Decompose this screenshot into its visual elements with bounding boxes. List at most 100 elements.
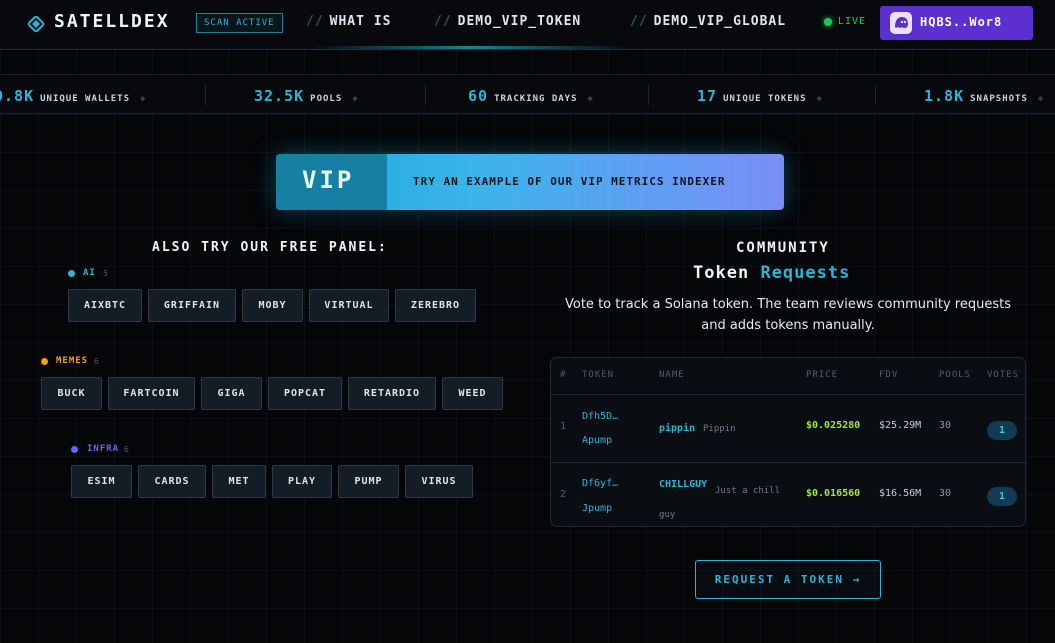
token-chip-griffain[interactable]: GRIFFAIN [148,289,236,322]
phantom-wallet-icon [890,12,912,34]
nav-label: DEMO_VIP_TOKEN [457,14,582,29]
stat-value: 17 [697,87,718,105]
token-address[interactable]: Df6yf… [582,478,618,489]
token-chip-pump[interactable]: PUMP [338,465,399,498]
diamond-logo-icon [28,16,44,32]
token-chip-virtual[interactable]: VIRTUAL [309,289,389,322]
category-count: 5 [103,269,108,278]
live-dot-icon [824,18,832,26]
vip-badge-panel: VIP [276,154,387,210]
token-pools: 30 [939,420,952,431]
live-indicator: LIVE [838,16,867,27]
nav-prefix: // [434,14,452,29]
row-index: 1 [560,421,567,432]
token-chip-aixbtc[interactable]: AIXBTC [68,289,142,322]
nav-prefix: // [630,14,648,29]
stat-label: UNIQUE TOKENS [723,94,807,104]
token-address[interactable]: Dfh5D… [582,411,618,422]
token-address-suffix: Apump [582,435,613,446]
stat-tracking-days: 60 TRACKING DAYS ◆ [468,86,593,105]
col-header-index: # [560,370,567,380]
category-label-infra: INFRA [87,444,120,454]
token-chip-buck[interactable]: BUCK [41,377,102,410]
nav-label: DEMO_VIP_GLOBAL [653,14,787,29]
header-divider [551,394,1025,395]
stat-divider [875,85,876,105]
vip-badge: VIP [302,166,355,194]
diamond-separator-icon: ◆ [816,94,822,104]
wallet-address: HQBS..Wor8 [920,15,1003,29]
row-divider [551,462,1025,463]
col-header-pools: POOLS [939,370,972,380]
stat-divider [648,85,649,105]
token-pools: 30 [939,488,952,499]
category-label-ai: AI [83,268,96,278]
token-chip-popcat[interactable]: POPCAT [268,377,342,410]
col-header-votes: VOTES [987,370,1020,380]
stat-snapshots: 1.8K SNAPSHOTS ◆ [924,86,1043,105]
community-description: Vote to track a Solana token. The team r… [565,297,1011,333]
token-chip-zerebro[interactable]: ZEREBRO [395,289,476,322]
token-fdv: $16.56M [879,488,922,499]
nav-active-glow [310,46,630,49]
nav-demo-vip-global[interactable]: // DEMO_VIP_GLOBAL [630,14,786,29]
stat-label: UNIQUE WALLETS [40,94,130,104]
token-price: $0.016560 [806,488,861,499]
token-chip-weed[interactable]: WEED [442,377,503,410]
stat-unique-wallets: 0.8K UNIQUE WALLETS ◆ [0,86,145,105]
token-chip-giga[interactable]: GIGA [201,377,262,410]
token-price: $0.025280 [806,420,861,431]
token-chip-fartcoin[interactable]: FARTCOIN [108,377,195,410]
vip-demo-banner[interactable]: VIP TRY AN EXAMPLE OF OUR VIP METRICS IN… [276,154,784,210]
token-chip-retardio[interactable]: RETARDIO [348,377,436,410]
stats-ticker: 0.8K UNIQUE WALLETS ◆ 32.5K POOLS ◆ 60 TRACKI… [0,74,1055,114]
stat-label: POOLS [310,94,343,104]
token-chip-met[interactable]: MET [212,465,266,498]
token-chip-esim[interactable]: ESIM [71,465,132,498]
stat-divider [425,85,426,105]
token-fdv: $25.29M [879,420,922,431]
diamond-separator-icon: ◆ [139,94,146,104]
request-token-button[interactable]: REQUEST A TOKEN → [695,560,881,599]
category-dot-icon [68,270,75,277]
token-address-suffix: Jpump [582,503,613,514]
nav-what-is[interactable]: // WHAT IS [306,14,391,29]
stat-value: 1.8K [924,87,965,105]
col-header-price: PRICE [806,370,839,380]
stat-value: 32.5K [254,87,305,105]
stat-label: SNAPSHOTS [970,94,1028,104]
token-description: Just a chill guy [659,486,781,520]
diamond-separator-icon: ◆ [587,94,593,104]
token-chip-virus[interactable]: VIRUS [405,465,473,498]
category-label-memes: MEMES [56,356,89,366]
token-chip-cards[interactable]: CARDS [138,465,206,498]
vip-banner-text: TRY AN EXAMPLE OF OUR VIP METRICS INDEXE… [413,175,726,188]
col-header-fdv: FDV [879,370,899,380]
vote-button[interactable]: 1 [987,487,1017,506]
token-requests-title: Token Requests [693,263,850,283]
stat-label: TRACKING DAYS [494,94,578,104]
community-title: COMMUNITY [736,240,830,256]
col-header-token: TOKEN [582,370,615,380]
stat-value: 60 [468,87,489,105]
stat-value: 0.8K [0,87,35,105]
category-dot-icon [71,446,78,453]
logo-text[interactable]: SATELLDEX [54,11,170,32]
free-panel-title: ALSO TRY OUR FREE PANEL: [152,240,388,255]
title-part: Token [693,263,750,283]
nav-demo-vip-token[interactable]: // DEMO_VIP_TOKEN [434,14,581,29]
category-count: 6 [124,445,129,454]
row-index: 2 [560,489,567,500]
scan-status-badge: SCAN ACTIVE [196,13,283,33]
col-header-name: NAME [659,370,685,380]
token-chip-play[interactable]: PLAY [272,465,332,498]
vote-button[interactable]: 1 [987,421,1017,440]
diamond-separator-icon: ◆ [352,94,358,104]
token-name: pippin [659,423,696,434]
stat-pools: 32.5K POOLS ◆ [254,86,358,105]
category-count: 6 [94,357,99,366]
token-chip-moby[interactable]: MOBY [242,289,303,322]
token-requests-table: # TOKEN NAME PRICE FDV POOLS VOTES 1 Dfh… [550,357,1026,527]
wallet-button[interactable]: HQBS..Wor8 [880,6,1033,40]
stat-unique-tokens: 17 UNIQUE TOKENS ◆ [697,86,822,105]
